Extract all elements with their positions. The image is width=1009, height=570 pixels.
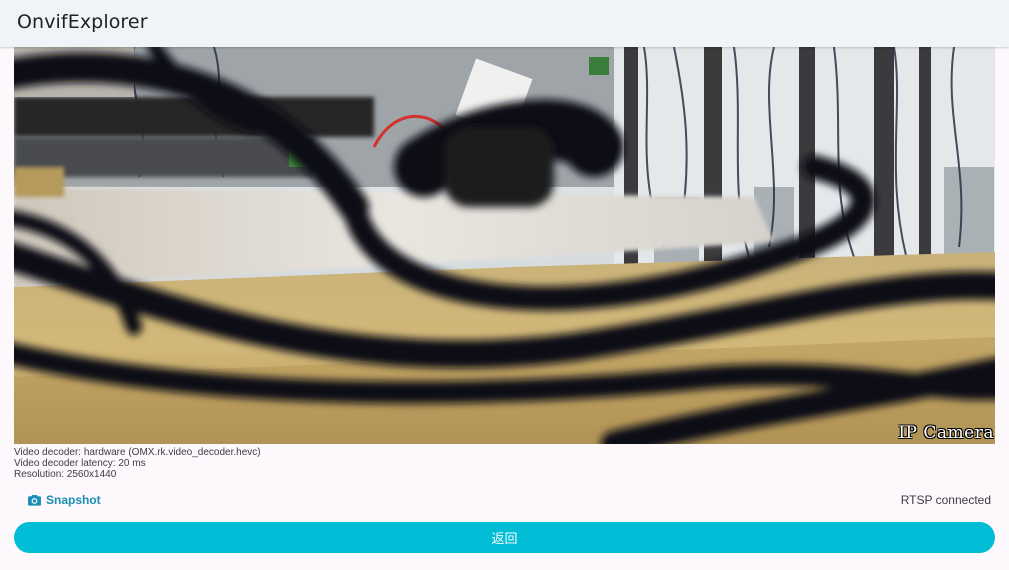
connection-status: RTSP connected bbox=[900, 493, 991, 507]
back-button-label: 返回 bbox=[491, 532, 518, 547]
decoder-info: Video decoder: hardware (OMX.rk.video_de… bbox=[14, 447, 261, 458]
video-frame-image bbox=[14, 47, 995, 444]
stream-info: Video decoder: hardware (OMX.rk.video_de… bbox=[14, 447, 261, 480]
resolution-info: Resolution: 2560x1440 bbox=[14, 469, 117, 480]
latency-info: Video decoder latency: 20 ms bbox=[14, 458, 146, 469]
live-view-screen: OnvifExplorer IP Camera Video decoder: h… bbox=[0, 0, 1009, 570]
camera-icon bbox=[28, 494, 41, 506]
camera-osd-label: IP Camera bbox=[898, 423, 994, 443]
snapshot-button[interactable]: Snapshot bbox=[22, 488, 107, 512]
back-button[interactable]: 返回 bbox=[14, 522, 995, 553]
app-bar: OnvifExplorer bbox=[0, 0, 1009, 47]
video-stream-view[interactable]: IP Camera bbox=[14, 47, 995, 444]
app-title: OnvifExplorer bbox=[17, 11, 148, 33]
snapshot-label: Snapshot bbox=[46, 493, 101, 507]
